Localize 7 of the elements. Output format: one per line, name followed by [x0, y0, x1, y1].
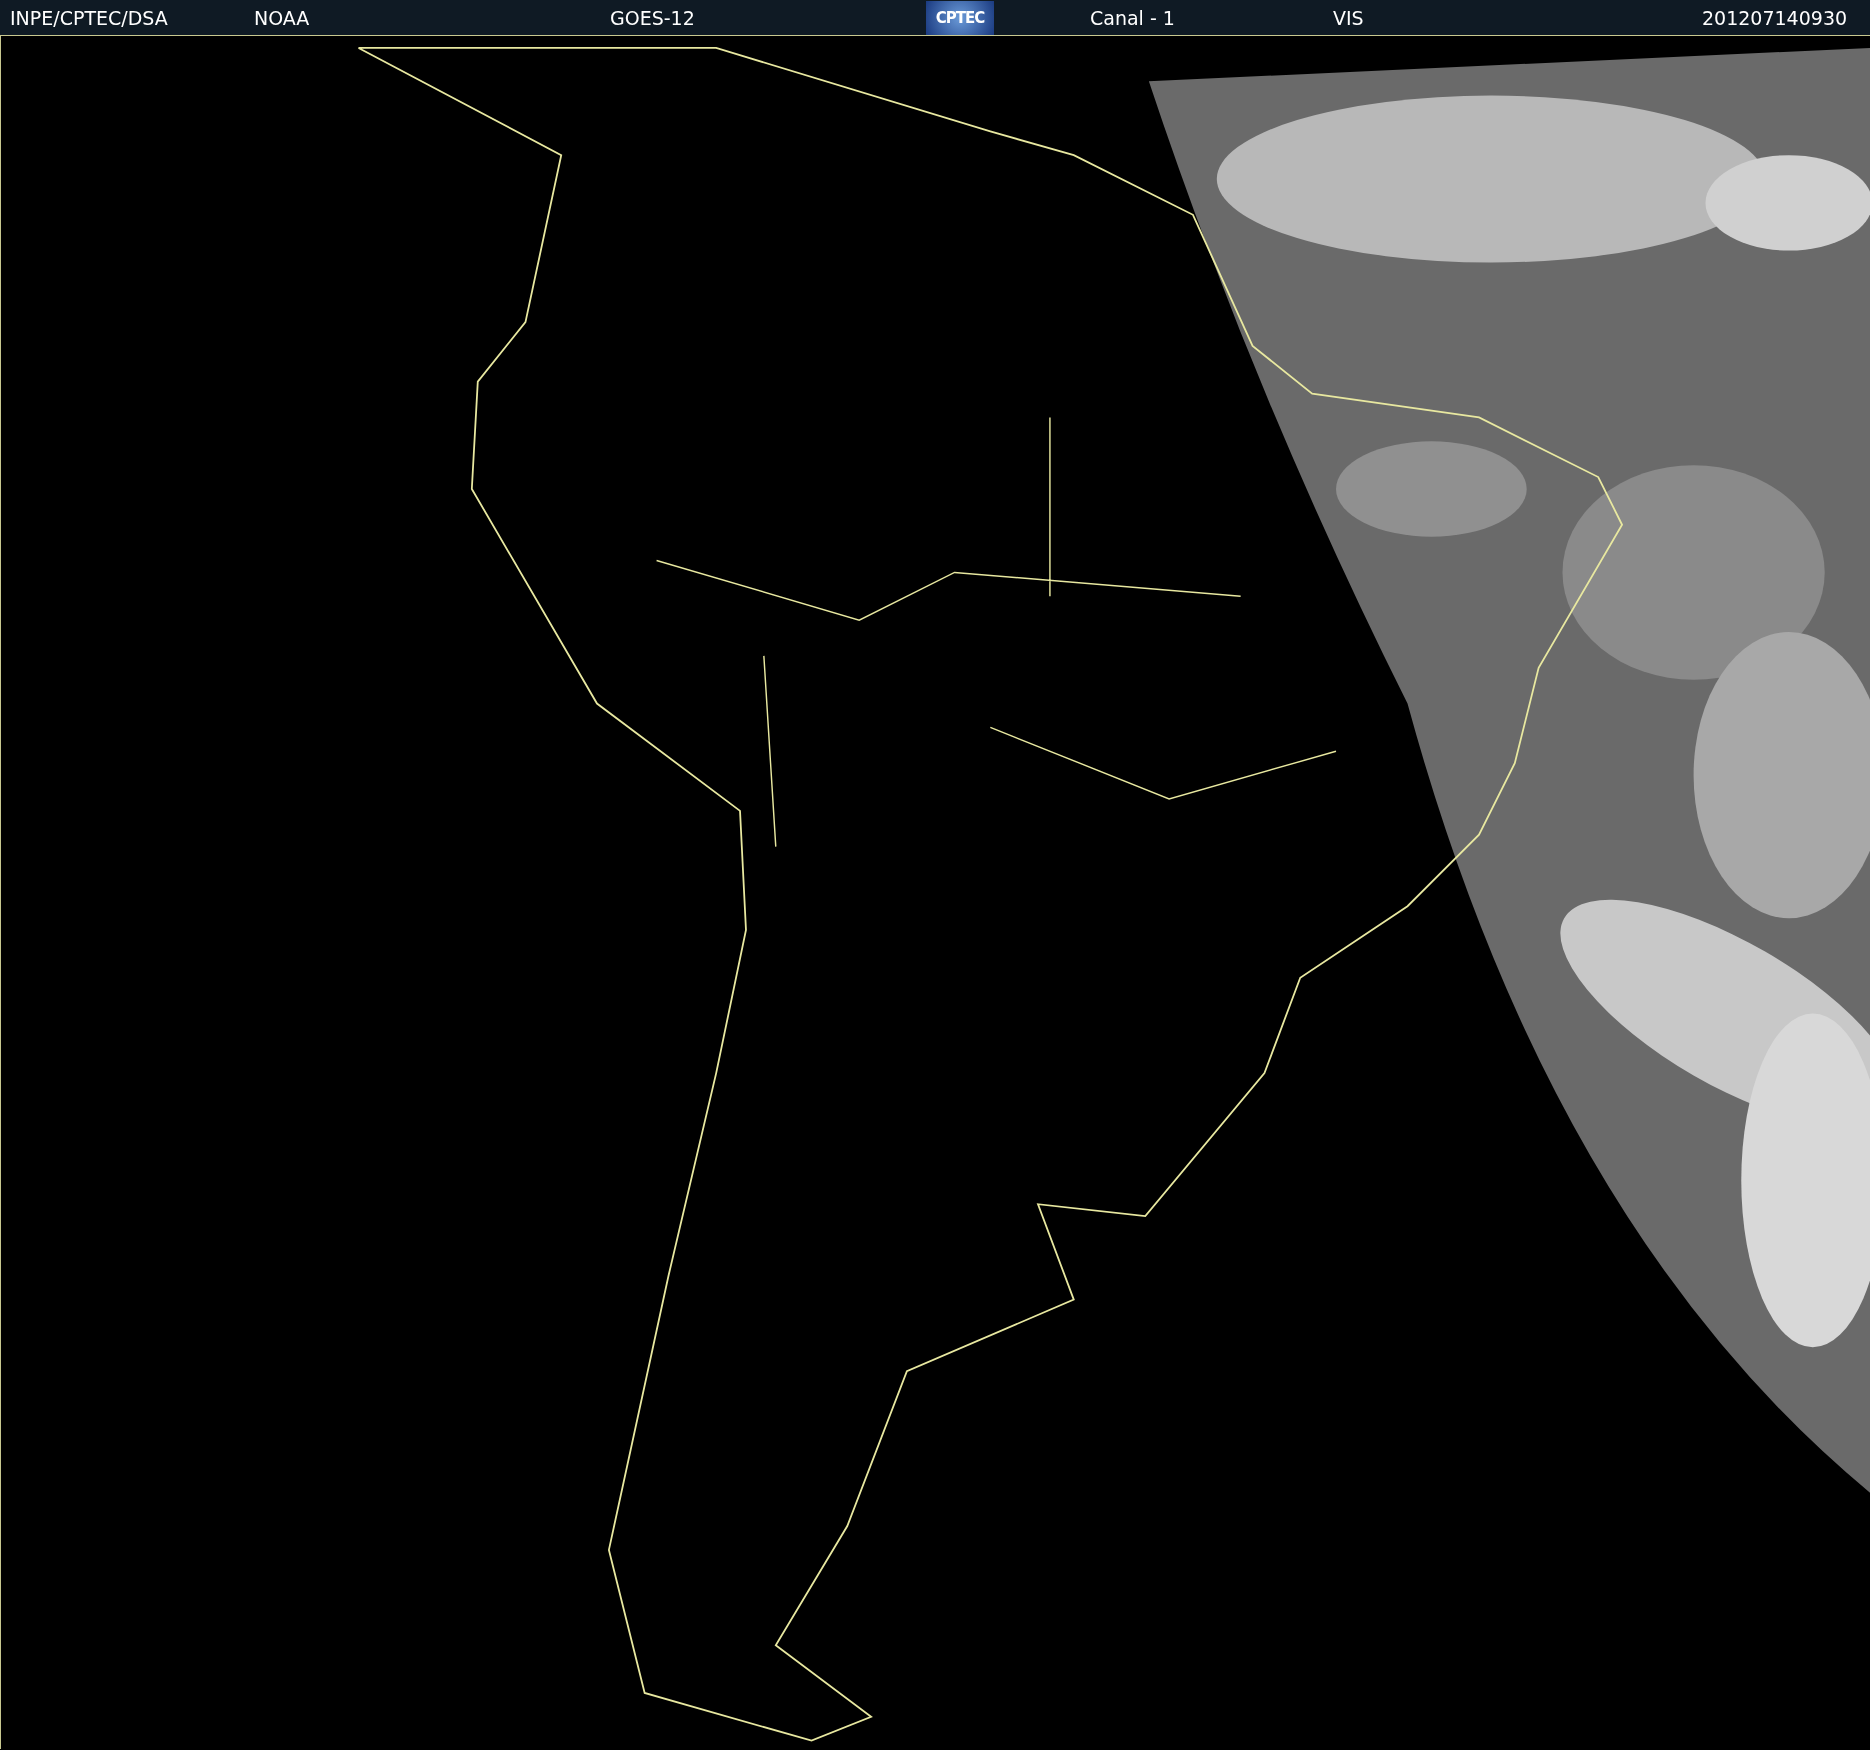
header-label: VIS — [1333, 6, 1364, 29]
header-label: INPE/CPTEC/DSA — [10, 6, 168, 29]
header-label: NOAA — [254, 6, 310, 29]
agency-logo: CPTEC — [926, 0, 994, 35]
header-label: Canal - 1 — [1090, 6, 1175, 29]
header-label: 201207140930 — [1702, 6, 1848, 29]
header-label: GOES-12 — [610, 6, 695, 29]
